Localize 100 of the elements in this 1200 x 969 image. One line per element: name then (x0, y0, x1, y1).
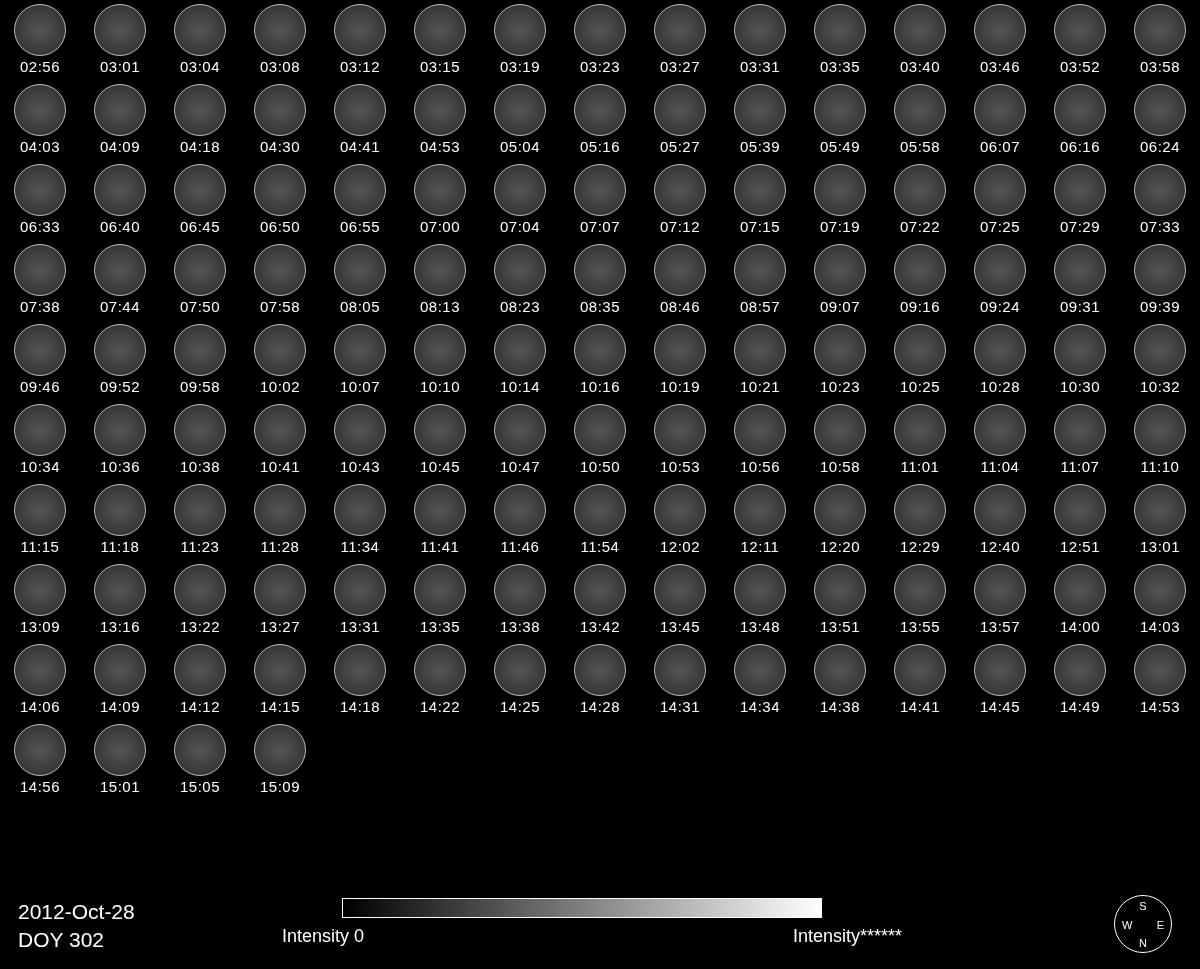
frame-time: 06:24 (1139, 138, 1180, 155)
sky-image-placeholder (574, 644, 626, 696)
sky-image-placeholder (94, 324, 146, 376)
sky-image-placeholder (174, 84, 226, 136)
sky-image-placeholder (894, 564, 946, 616)
frame-time: 15:05 (179, 778, 220, 795)
frame-time: 09:52 (99, 378, 140, 395)
sky-image-placeholder (894, 244, 946, 296)
sky-image-placeholder (94, 644, 146, 696)
sky-image-placeholder (654, 484, 706, 536)
frame-time: 10:19 (659, 378, 700, 395)
frame-time: 03:08 (259, 58, 300, 75)
frame-time: 10:50 (579, 458, 620, 475)
frame-time: 13:27 (259, 618, 300, 635)
sky-image-placeholder (94, 244, 146, 296)
frame-time: 10:56 (739, 458, 780, 475)
frame-time: 10:47 (499, 458, 540, 475)
frame-time: 06:33 (19, 218, 60, 235)
frame-time: 14:49 (1059, 698, 1100, 715)
frame-time: 06:40 (99, 218, 140, 235)
frame-time: 07:33 (1139, 218, 1180, 235)
frame-time: 14:53 (1139, 698, 1180, 715)
sky-image-placeholder (1134, 564, 1186, 616)
frame-time: 11:15 (20, 538, 60, 555)
sky-image-placeholder (894, 4, 946, 56)
sky-image-placeholder (14, 4, 66, 56)
frame-time: 12:40 (979, 538, 1020, 555)
frame-time: 10:16 (579, 378, 620, 395)
frame-time: 03:27 (659, 58, 700, 75)
frame-time: 14:25 (499, 698, 540, 715)
sky-image-placeholder (1134, 244, 1186, 296)
frame-time: 10:45 (419, 458, 460, 475)
frame-time: 13:55 (899, 618, 940, 635)
frame-time: 03:19 (499, 58, 540, 75)
sky-image-placeholder (94, 164, 146, 216)
sky-image-placeholder (94, 84, 146, 136)
sky-image-placeholder (1054, 244, 1106, 296)
sky-image-placeholder (254, 324, 306, 376)
sky-image-placeholder (1054, 404, 1106, 456)
sky-image-placeholder (574, 404, 626, 456)
frame-time: 03:23 (579, 58, 620, 75)
frame-time: 03:52 (1059, 58, 1100, 75)
sky-image-placeholder (1054, 4, 1106, 56)
sky-image-placeholder (894, 484, 946, 536)
frame-time: 07:38 (19, 298, 60, 315)
frame-time: 07:50 (179, 298, 220, 315)
sky-image-placeholder (254, 484, 306, 536)
frame-time: 14:15 (259, 698, 300, 715)
frame-time: 07:15 (739, 218, 780, 235)
frame-time: 11:54 (580, 538, 620, 555)
frame-time: 10:30 (1059, 378, 1100, 395)
sky-image-placeholder (1134, 404, 1186, 456)
sky-image-placeholder (1054, 484, 1106, 536)
sky-image-placeholder (334, 404, 386, 456)
sky-image-placeholder (414, 164, 466, 216)
frame-time: 10:41 (259, 458, 300, 475)
sky-image-placeholder (1054, 164, 1106, 216)
frame-time: 12:29 (899, 538, 940, 555)
frame-time: 13:48 (739, 618, 780, 635)
frame-time: 04:41 (339, 138, 380, 155)
frame-time: 09:58 (179, 378, 220, 395)
frame-time: 10:07 (339, 378, 380, 395)
sky-image-placeholder (974, 404, 1026, 456)
frame-time: 05:39 (739, 138, 780, 155)
sky-image-placeholder (334, 484, 386, 536)
sky-image-placeholder (254, 244, 306, 296)
frame-time: 03:40 (899, 58, 940, 75)
sky-image-placeholder (494, 484, 546, 536)
frame-time: 08:23 (499, 298, 540, 315)
sky-image-placeholder (814, 484, 866, 536)
sky-image-placeholder (1134, 324, 1186, 376)
frame-time: 08:46 (659, 298, 700, 315)
sky-image-placeholder (494, 164, 546, 216)
frame-time: 09:24 (979, 298, 1020, 315)
sky-image-placeholder (814, 324, 866, 376)
frame-time: 12:20 (819, 538, 860, 555)
sky-image-placeholder (414, 4, 466, 56)
frame-time: 09:07 (819, 298, 860, 315)
sky-image-placeholder (974, 484, 1026, 536)
sky-image-placeholder (734, 404, 786, 456)
sky-image-placeholder (414, 564, 466, 616)
sky-image-placeholder (334, 644, 386, 696)
sky-image-placeholder (494, 244, 546, 296)
sky-image-placeholder (974, 4, 1026, 56)
frame-time: 09:31 (1059, 298, 1100, 315)
frame-time: 10:23 (819, 378, 860, 395)
sky-image-placeholder (814, 404, 866, 456)
sky-image-placeholder (734, 244, 786, 296)
frame-time: 08:57 (739, 298, 780, 315)
frame-time: 10:10 (419, 378, 460, 395)
frame-time: 14:18 (339, 698, 380, 715)
frame-time: 05:49 (819, 138, 860, 155)
sky-image-placeholder (734, 84, 786, 136)
frame-time: 06:50 (259, 218, 300, 235)
sky-image-placeholder (654, 244, 706, 296)
sky-image-placeholder (254, 164, 306, 216)
sky-image-placeholder (654, 84, 706, 136)
sky-image-placeholder (94, 724, 146, 776)
sky-image-placeholder (1134, 4, 1186, 56)
sky-image-placeholder (1134, 484, 1186, 536)
